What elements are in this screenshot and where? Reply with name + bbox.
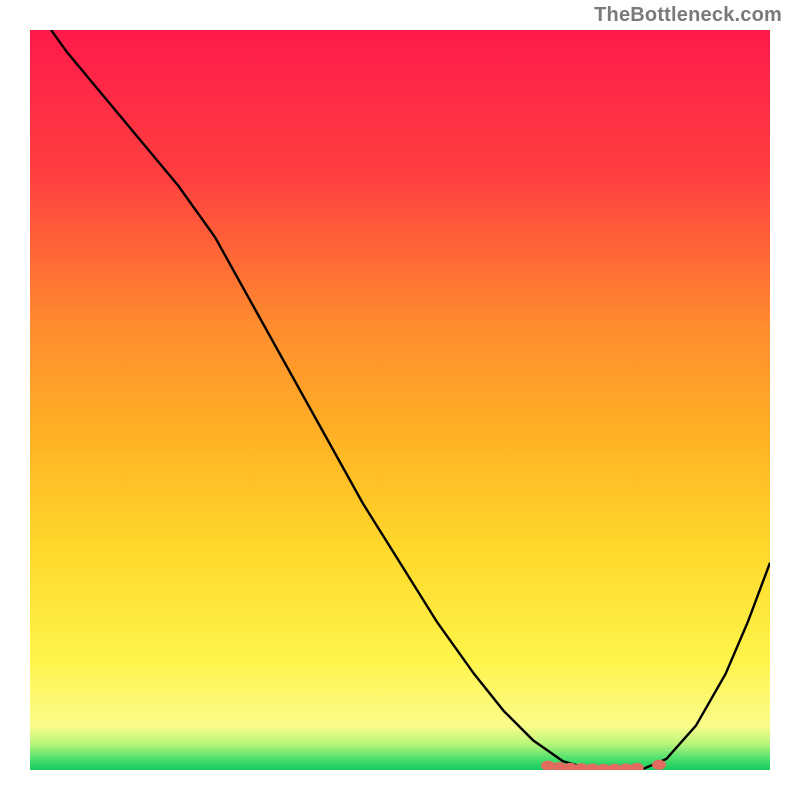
bottleneck-chart bbox=[30, 30, 770, 770]
optimal-marker bbox=[652, 760, 666, 770]
watermark-text: TheBottleneck.com bbox=[594, 4, 782, 27]
chart-svg bbox=[30, 30, 770, 770]
